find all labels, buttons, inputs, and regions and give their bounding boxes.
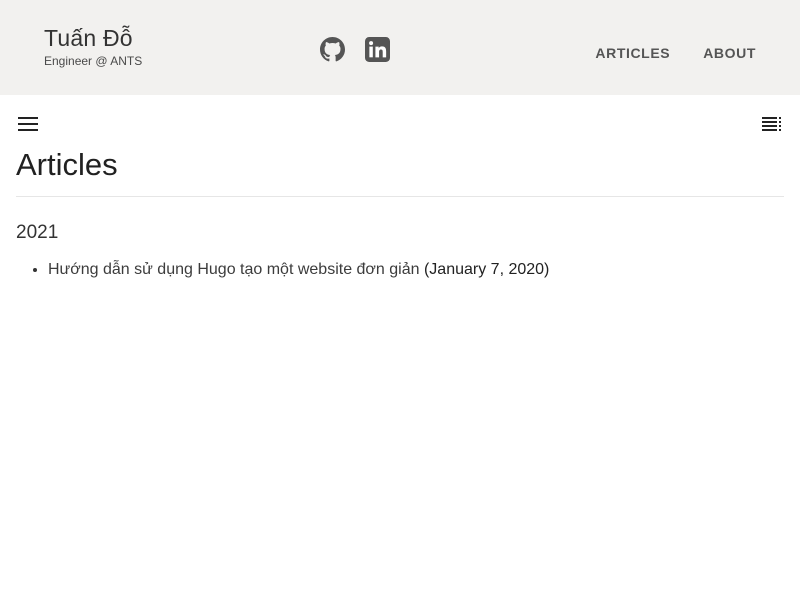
hamburger-menu-icon[interactable] [18, 116, 38, 132]
content-toolbar [0, 114, 800, 134]
main-nav: ARTICLES ABOUT [595, 45, 756, 61]
brand: Tuấn Đỗ Engineer @ ANTS [44, 27, 143, 68]
social-links [320, 37, 390, 62]
table-of-contents-icon[interactable] [762, 116, 782, 132]
github-link[interactable] [320, 37, 345, 62]
linkedin-icon [365, 37, 390, 62]
site-subtitle: Engineer @ ANTS [44, 54, 143, 68]
nav-item-about[interactable]: ABOUT [703, 45, 756, 61]
article-link[interactable]: Hướng dẫn sử dụng Hugo tạo một website đ… [48, 261, 420, 278]
main-content: Articles 2021 Hướng dẫn sử dụng Hugo tạo… [16, 146, 784, 281]
github-icon [320, 37, 345, 62]
year-heading: 2021 [16, 222, 59, 244]
article-list: Hướng dẫn sử dụng Hugo tạo một website đ… [16, 259, 784, 281]
list-item: Hướng dẫn sử dụng Hugo tạo một website đ… [48, 259, 784, 281]
site-header: Tuấn Đỗ Engineer @ ANTS ARTICLES ABOUT [0, 0, 800, 95]
linkedin-link[interactable] [365, 37, 390, 62]
page-title: Articles [16, 146, 784, 198]
year-group: 2021 Hướng dẫn sử dụng Hugo tạo một webs… [16, 222, 784, 281]
site-title[interactable]: Tuấn Đỗ [44, 27, 142, 50]
article-date: (January 7, 2020) [423, 260, 550, 278]
nav-item-articles[interactable]: ARTICLES [595, 45, 670, 61]
